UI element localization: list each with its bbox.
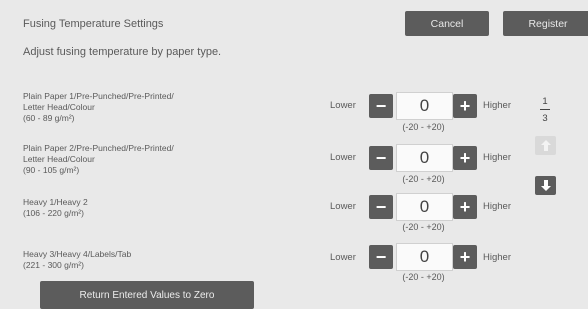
increase-button[interactable]: + (453, 94, 477, 118)
row-label: Plain Paper 1/Pre-Punched/Pre-Printed/ L… (23, 91, 243, 124)
value-field[interactable]: 0 (396, 144, 453, 172)
value-field[interactable]: 0 (396, 243, 453, 271)
return-values-to-zero-button[interactable]: Return Entered Values to Zero (40, 281, 254, 309)
arrow-down-glyph (540, 180, 551, 191)
page-subtitle: Adjust fusing temperature by paper type. (23, 46, 222, 58)
cancel-button[interactable]: Cancel (405, 11, 489, 36)
decrease-button[interactable]: − (369, 195, 393, 219)
higher-label: Higher (483, 100, 511, 111)
row-label-line: Heavy 1/Heavy 2 (23, 197, 88, 207)
row-label-line: (106 - 220 g/m²) (23, 208, 84, 218)
row-label-line: (60 - 89 g/m²) (23, 113, 75, 123)
higher-label: Higher (483, 252, 511, 263)
row-label-line: Plain Paper 2/Pre-Punched/Pre-Printed/ (23, 143, 174, 153)
decrease-button[interactable]: − (369, 245, 393, 269)
range-label: (-20 - +20) (402, 222, 445, 232)
row-label-line: Heavy 3/Heavy 4/Labels/Tab (23, 249, 132, 259)
higher-label: Higher (483, 152, 511, 163)
setting-row-heavy-1-2: Heavy 1/Heavy 2 (106 - 220 g/m²) Lower −… (0, 193, 588, 251)
page-title: Fusing Temperature Settings (23, 18, 164, 30)
lower-label: Lower (330, 152, 356, 163)
decrease-button[interactable]: − (369, 94, 393, 118)
row-label-line: Letter Head/Colour (23, 102, 95, 112)
increase-button[interactable]: + (453, 146, 477, 170)
range-label: (-20 - +20) (402, 122, 445, 132)
increase-button[interactable]: + (453, 245, 477, 269)
lower-label: Lower (330, 252, 356, 263)
decrease-button[interactable]: − (369, 146, 393, 170)
lower-label: Lower (330, 201, 356, 212)
value-field[interactable]: 0 (396, 92, 453, 120)
lower-label: Lower (330, 100, 356, 111)
row-label: Heavy 3/Heavy 4/Labels/Tab (221 - 300 g/… (23, 249, 243, 271)
row-label: Heavy 1/Heavy 2 (106 - 220 g/m²) (23, 197, 243, 219)
row-label-line: (90 - 105 g/m²) (23, 165, 80, 175)
higher-label: Higher (483, 201, 511, 212)
total-pages: 3 (542, 113, 548, 124)
range-label: (-20 - +20) (402, 272, 445, 282)
page-indicator: 1 3 (534, 96, 556, 124)
increase-button[interactable]: + (453, 195, 477, 219)
current-page: 1 (542, 96, 548, 107)
value-field[interactable]: 0 (396, 193, 453, 221)
row-label-line: Plain Paper 1/Pre-Punched/Pre-Printed/ (23, 91, 174, 101)
row-label: Plain Paper 2/Pre-Punched/Pre-Printed/ L… (23, 143, 243, 176)
range-label: (-20 - +20) (402, 174, 445, 184)
register-button[interactable]: Register (503, 11, 588, 36)
arrow-up-icon[interactable] (535, 136, 556, 155)
setting-row-plain-paper-1: Plain Paper 1/Pre-Punched/Pre-Printed/ L… (0, 91, 588, 147)
arrow-up-glyph (540, 140, 551, 151)
row-label-line: (221 - 300 g/m²) (23, 260, 84, 270)
setting-row-plain-paper-2: Plain Paper 2/Pre-Punched/Pre-Printed/ L… (0, 143, 588, 199)
page-divider (540, 109, 550, 110)
arrow-down-icon[interactable] (535, 176, 556, 195)
row-label-line: Letter Head/Colour (23, 154, 95, 164)
